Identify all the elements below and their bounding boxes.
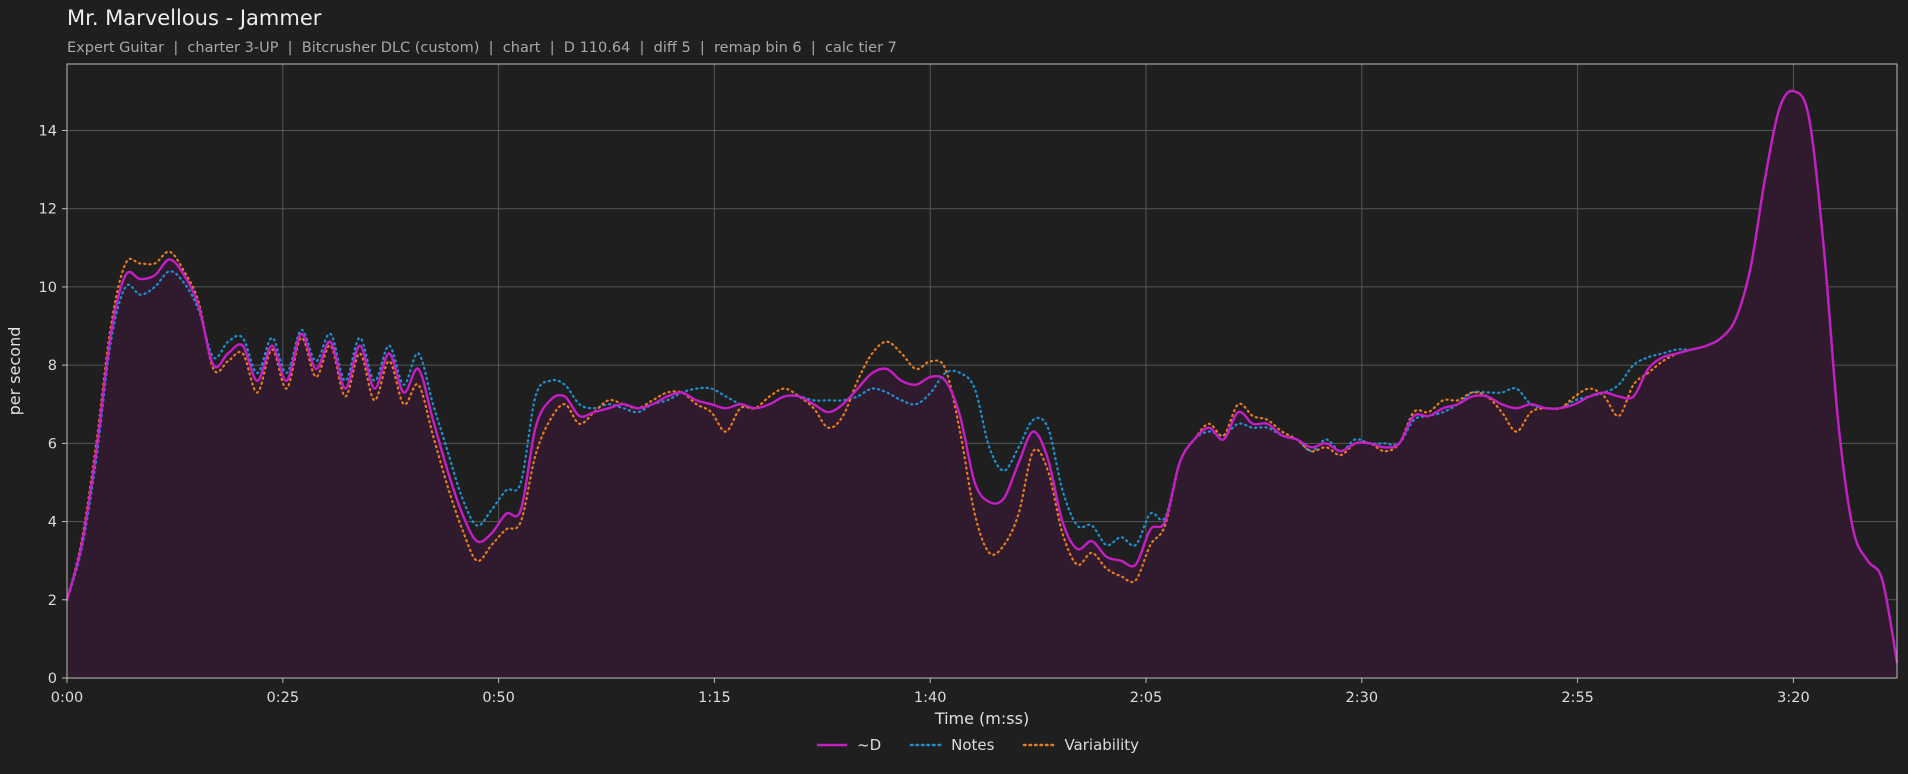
y-tick-label: 8 [48,358,57,374]
legend-swatch-notes [909,743,943,747]
x-tick-label: 2:05 [1130,690,1163,706]
x-tick-label: 2:30 [1346,690,1379,706]
x-axis-ticks: 0:00 0:25 0:50 1:15 1:40 2:05 2:30 2:55 3:20 [51,678,1810,706]
y-tick-label: 0 [48,671,57,687]
legend-item-variability: Variability [1022,736,1139,754]
legend-item-notes: Notes [909,736,994,754]
y-tick-label: 12 [39,202,57,218]
line-chart: 0:00 0:25 0:50 1:15 1:40 2:05 2:30 2:55 3:20 0 2 4… [5,63,1899,728]
y-tick-label: 10 [39,280,57,296]
y-tick-label: 2 [48,593,57,609]
legend-label-notes: Notes [951,736,995,754]
y-tick-label: 14 [39,123,57,139]
legend-label-variability: Variability [1064,736,1140,754]
x-tick-label: 1:40 [914,690,947,706]
x-tick-label: 0:50 [482,690,515,706]
y-axis-ticks: 0 2 4 6 8 10 12 14 [39,123,67,687]
x-tick-label: 0:25 [267,690,300,706]
x-tick-label: 0:00 [51,690,84,706]
y-tick-label: 6 [48,436,57,452]
legend-label-d: ~D [857,736,882,754]
legend-swatch-variability [1023,743,1056,747]
x-tick-label: 2:55 [1561,690,1594,706]
legend-swatch-d [817,743,847,747]
x-axis-label: Time (m:ss) [934,709,1029,728]
legend: ~D Notes Variability [815,736,1139,754]
x-tick-label: 1:15 [698,690,731,706]
x-tick-label: 3:20 [1777,690,1810,706]
legend-item-d: ~D [815,736,881,754]
y-tick-label: 4 [48,515,57,531]
y-axis-label: per second [5,327,24,416]
